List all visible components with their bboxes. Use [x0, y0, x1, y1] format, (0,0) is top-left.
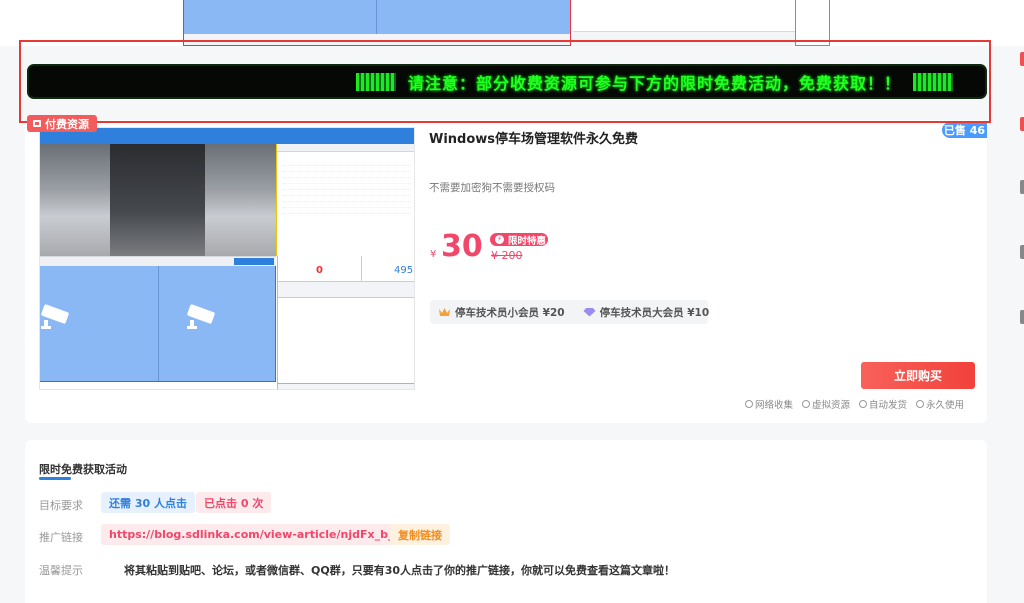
- check-circle-icon: [859, 400, 868, 408]
- product-features: 网络收集 虚拟资源 自动发货 永久使用: [745, 397, 964, 411]
- ticker-content: 请注意：部分收费资源可参与下方的限时免费活动，免费获取！！: [29, 66, 965, 97]
- feature-item: 虚拟资源: [802, 397, 850, 411]
- vip-big-member[interactable]: 停车技术员大会员 ¥10: [583, 305, 710, 320]
- sold-count-badge: 已售 46: [942, 122, 987, 138]
- lightning-icon: ⚡: [495, 235, 504, 244]
- thumb-count-left: 0: [316, 265, 323, 276]
- product-thumbnail[interactable]: 0 495: [39, 127, 415, 390]
- buy-now-button[interactable]: 立即购买: [861, 362, 975, 389]
- camera-icon: [41, 304, 69, 329]
- thumb-bottom-bar: [40, 381, 276, 389]
- diamond-icon: [583, 308, 596, 317]
- check-circle-icon: [802, 400, 811, 408]
- promo-link-url[interactable]: https://blog.sdlinka.com/view-article/nj…: [101, 524, 402, 545]
- product-title: Windows停车场管理软件永久免费: [429, 132, 639, 147]
- led-block-icon: [913, 72, 953, 91]
- crown-icon: [439, 308, 450, 316]
- feature-item: 自动发货: [859, 397, 907, 411]
- page: 付费资源 0 495 Windows停车场管理软件永久免费 已售 46 不需要加…: [0, 0, 1024, 603]
- original-price: ¥ 200: [491, 249, 523, 262]
- check-circle-icon: [916, 400, 925, 408]
- led-block-icon: [355, 72, 396, 91]
- feature-item: 网络收集: [745, 397, 793, 411]
- thumb-info-panel: [276, 144, 414, 256]
- thumb-table-footer: [278, 383, 414, 389]
- thumb-count-right: 495: [394, 265, 414, 276]
- goal-label: 目标要求: [39, 499, 83, 512]
- goal-need-tag: 还需 30 人点击: [101, 492, 195, 513]
- thumb-toolbar-row: [40, 256, 276, 266]
- paid-badge-label: 付费资源: [45, 117, 89, 131]
- product-description: 不需要加密狗不需要授权码: [429, 182, 555, 194]
- strip-divider: [376, 0, 377, 34]
- activity-title-underline: [39, 477, 71, 480]
- vip-small-label: 停车技术员小会员 ¥20: [455, 306, 565, 319]
- check-circle-icon: [745, 400, 753, 408]
- strip-video-panel: [183, 0, 571, 34]
- flash-sale-label: 限时特惠: [508, 235, 547, 247]
- tip-label: 温馨提示: [39, 564, 83, 577]
- promo-link-label: 推广链接: [39, 531, 83, 544]
- thumb-camera-grid: [40, 266, 276, 381]
- thumb-counts: 0 495: [278, 256, 414, 282]
- lock-icon: [33, 120, 41, 127]
- thumb-stats-panel: 0 495: [277, 256, 414, 389]
- goal-done-tag: 已点击 0 次: [196, 492, 272, 513]
- activity-title: 限时免费获取活动: [39, 463, 127, 476]
- paid-resource-badge: 付费资源: [27, 115, 97, 132]
- current-price: 30: [441, 229, 483, 264]
- vip-price-box: 停车技术员小会员 ¥20 停车技术员大会员 ¥10: [430, 300, 710, 324]
- thumb-camera-view: [40, 144, 276, 256]
- thumb-info-tabs: [277, 144, 414, 152]
- thumb-camera-inner: [110, 144, 205, 256]
- copy-link-button[interactable]: 复制链接: [390, 524, 450, 545]
- tip-text: 将其粘贴到贴吧、论坛，或者微信群、QQ群，只要有30人点击了你的推广链接，你就可…: [124, 564, 676, 577]
- side-tab-gray[interactable]: [1020, 180, 1024, 194]
- flash-sale-tag: ⚡ 限时特惠: [490, 233, 548, 247]
- feature-item: 永久使用: [916, 397, 964, 411]
- vip-big-label: 停车技术员大会员 ¥10: [599, 306, 710, 319]
- side-tab-red[interactable]: [1020, 117, 1024, 131]
- notice-text: 请注意：部分收费资源可参与下方的限时免费活动，免费获取！！: [407, 73, 901, 93]
- free-activity-card: [25, 440, 987, 603]
- thumb-table-header: [278, 282, 414, 298]
- side-tab-red[interactable]: [1020, 52, 1024, 66]
- notice-ticker: 请注意：部分收费资源可参与下方的限时免费活动，免费获取！！: [27, 64, 987, 99]
- thumb-grid-split: [158, 266, 159, 381]
- camera-icon: [187, 304, 215, 329]
- side-tab-gray[interactable]: [1020, 245, 1024, 259]
- thumb-info-lines: [283, 160, 411, 214]
- vip-small-member[interactable]: 停车技术员小会员 ¥20: [438, 305, 565, 320]
- side-tab-gray[interactable]: [1020, 310, 1024, 324]
- currency-symbol: ¥: [430, 249, 437, 260]
